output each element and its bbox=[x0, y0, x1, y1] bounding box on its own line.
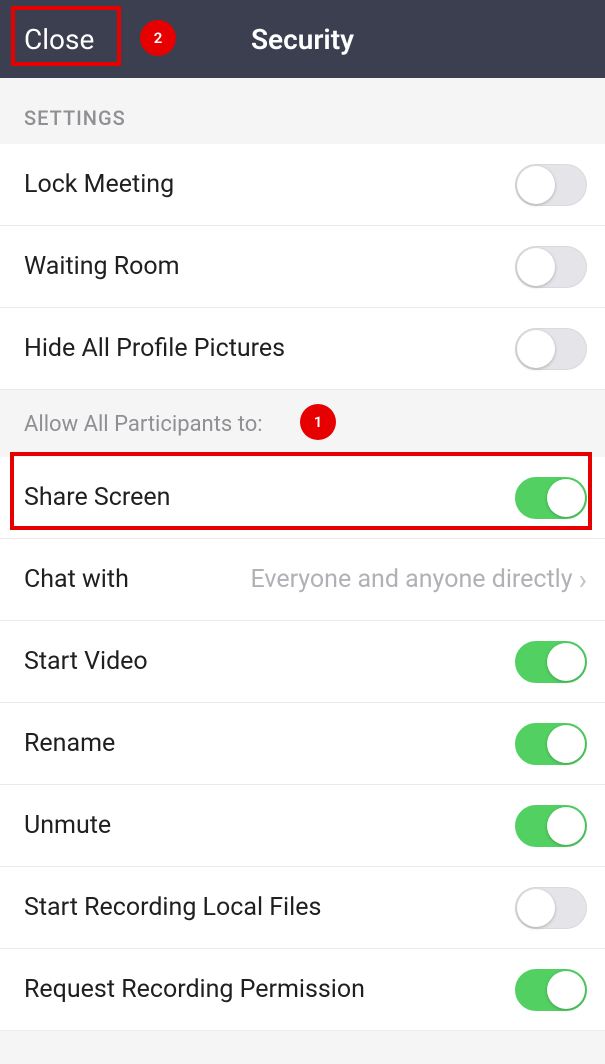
toggle-start-video[interactable] bbox=[515, 641, 587, 683]
row-chat-with[interactable]: Chat with Everyone and anyone directly › bbox=[0, 539, 605, 621]
toggle-request-recording-permission[interactable] bbox=[515, 969, 587, 1011]
toggle-waiting-room[interactable] bbox=[515, 246, 587, 288]
row-label: Chat with bbox=[24, 565, 129, 594]
toggle-hide-profile-pictures[interactable] bbox=[515, 328, 587, 370]
row-start-video[interactable]: Start Video bbox=[0, 621, 605, 703]
toggle-rename[interactable] bbox=[515, 723, 587, 765]
row-label: Start Recording Local Files bbox=[24, 893, 321, 922]
chevron-right-icon: › bbox=[579, 566, 587, 594]
header-bar: Close Security bbox=[0, 0, 605, 78]
row-waiting-room[interactable]: Waiting Room bbox=[0, 226, 605, 308]
toggle-lock-meeting[interactable] bbox=[515, 164, 587, 206]
section-header-allow: Allow All Participants to: bbox=[0, 390, 605, 457]
toggle-unmute[interactable] bbox=[515, 805, 587, 847]
row-lock-meeting[interactable]: Lock Meeting bbox=[0, 144, 605, 226]
row-label: Rename bbox=[24, 729, 115, 758]
row-request-recording-permission[interactable]: Request Recording Permission bbox=[0, 949, 605, 1031]
toggle-start-recording-local[interactable] bbox=[515, 887, 587, 929]
row-label: Unmute bbox=[24, 811, 111, 840]
toggle-share-screen[interactable] bbox=[515, 477, 587, 519]
row-hide-profile-pictures[interactable]: Hide All Profile Pictures bbox=[0, 308, 605, 390]
section-header-settings: SETTINGS bbox=[0, 78, 605, 144]
row-unmute[interactable]: Unmute bbox=[0, 785, 605, 867]
row-label: Request Recording Permission bbox=[24, 975, 365, 1004]
row-label: Lock Meeting bbox=[24, 170, 174, 199]
row-rename[interactable]: Rename bbox=[0, 703, 605, 785]
row-start-recording-local[interactable]: Start Recording Local Files bbox=[0, 867, 605, 949]
row-label: Waiting Room bbox=[24, 252, 180, 281]
row-share-screen[interactable]: Share Screen bbox=[0, 457, 605, 539]
row-label: Hide All Profile Pictures bbox=[24, 334, 285, 363]
close-button[interactable]: Close bbox=[0, 23, 118, 56]
row-label: Share Screen bbox=[24, 483, 170, 512]
row-label: Start Video bbox=[24, 647, 148, 676]
row-value-chat-with: Everyone and anyone directly bbox=[250, 565, 572, 594]
